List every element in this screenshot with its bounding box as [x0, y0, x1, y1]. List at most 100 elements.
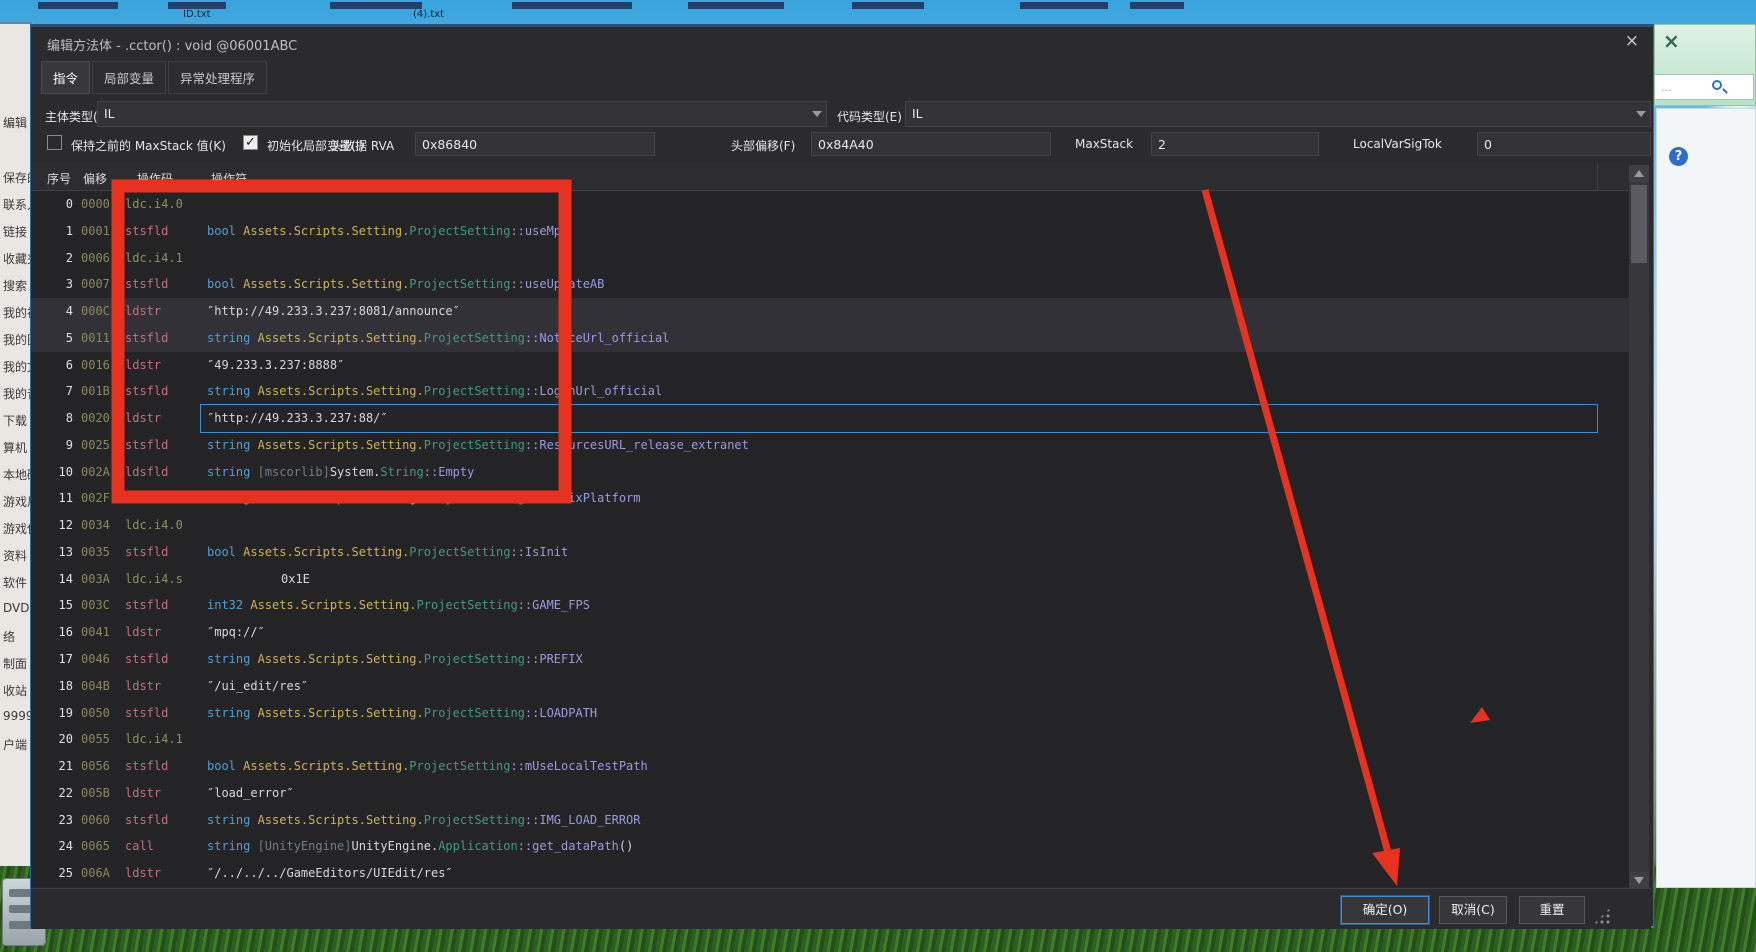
triangle-down-icon	[1634, 877, 1644, 884]
il-row[interactable]: 50011stsfldstring Assets.Scripts.Setting…	[31, 325, 1629, 352]
background-window-item[interactable]: 制面	[3, 655, 27, 672]
edit-method-body-dialog: 编辑方法体 - .cctor() : void @06001ABC × 指令 局…	[30, 24, 1654, 928]
il-operand: ″/../../../GameEditors/UIEdit/res″	[201, 860, 1597, 887]
code-type-value: IL	[912, 106, 923, 121]
init-locals-checkbox[interactable]: ✓	[243, 135, 258, 150]
background-window-item[interactable]: 9999	[3, 709, 33, 723]
scroll-down-button[interactable]	[1629, 872, 1649, 889]
maxstack-input[interactable]: 2	[1151, 132, 1319, 156]
il-row[interactable]: 240065callstring [UnityEngine]UnityEngin…	[31, 833, 1629, 860]
il-operand	[201, 191, 1597, 218]
il-row[interactable]: 80020ldstr″http://49.233.3.237:88/″	[31, 405, 1629, 432]
background-window-item[interactable]: 搜索	[3, 277, 27, 294]
search-icon	[1712, 80, 1722, 90]
background-window-left: 编辑 保存的联系人链接收藏夹搜索我的视我的图我的文我的音下载算机本地磁游戏风游戏…	[0, 22, 33, 866]
il-row[interactable]: 170046stsfldstring Assets.Scripts.Settin…	[31, 646, 1629, 673]
vertical-scrollbar[interactable]	[1629, 165, 1649, 889]
background-window-item[interactable]: 我的视	[3, 304, 33, 321]
background-window-item[interactable]: 收站	[3, 682, 27, 699]
tab-instructions[interactable]: 指令	[41, 61, 90, 94]
background-window-item[interactable]: 收藏夹	[3, 250, 33, 267]
icon-label-fragment	[512, 2, 632, 9]
icon-label-fragment	[1130, 2, 1184, 9]
il-row[interactable]: 160041ldstr″mpq://″	[31, 619, 1629, 646]
reset-button[interactable]: 重置	[1519, 896, 1585, 924]
help-icon[interactable]: ?	[1669, 147, 1688, 166]
background-window-item[interactable]: 游戏风	[3, 493, 33, 510]
il-row[interactable]: 15003Cstsfldint32 Assets.Scripts.Setting…	[31, 592, 1629, 619]
background-window-item[interactable]: 保存的	[3, 169, 33, 186]
keep-maxstack-checkbox[interactable]	[47, 135, 62, 150]
il-row[interactable]: 11002Fstsfldstring Assets.Scripts.Settin…	[31, 485, 1629, 512]
background-window-item[interactable]: 我的文	[3, 358, 33, 375]
col-opcode[interactable]: 操作码	[137, 170, 173, 187]
il-row[interactable]: 18004Bldstr″/ui_edit/res″	[31, 673, 1629, 700]
il-row[interactable]: 190050stsfldstring Assets.Scripts.Settin…	[31, 700, 1629, 727]
il-row[interactable]: 25006Aldstr″/../../../GameEditors/UIEdit…	[31, 860, 1629, 887]
icon-label-fragment	[688, 2, 784, 9]
tab-locals[interactable]: 局部变量	[92, 61, 166, 94]
il-row[interactable]: 10001stsfldbool Assets.Scripts.Setting.P…	[31, 218, 1629, 245]
header-offset-input[interactable]: 0x84A40	[811, 132, 1051, 156]
il-row[interactable]: 60016ldstr″49.233.3.237:8888″	[31, 352, 1629, 379]
close-icon[interactable]: ×	[1625, 31, 1639, 51]
icon-label-fragment	[38, 2, 118, 9]
background-window-edit-item[interactable]: 编辑	[3, 114, 27, 131]
tab-exception-handlers[interactable]: 异常处理程序	[168, 61, 267, 94]
code-type-select[interactable]: IL	[905, 101, 1651, 127]
il-row[interactable]: 230060stsfldstring Assets.Scripts.Settin…	[31, 807, 1629, 834]
header-rva-input[interactable]: 0x86840	[415, 132, 655, 156]
il-row[interactable]: 7001Bstsfldstring Assets.Scripts.Setting…	[31, 378, 1629, 405]
background-window-item[interactable]: 户端	[3, 736, 27, 753]
background-window-item[interactable]: 联系人	[3, 196, 33, 213]
il-row[interactable]: 14003Aldc.i4.s0x1E	[31, 566, 1629, 593]
il-operand: ″mpq://″	[201, 619, 1597, 646]
il-row[interactable]: 10002Aldsfldstring [mscorlib]System.Stri…	[31, 459, 1629, 486]
triangle-up-icon	[1634, 170, 1644, 177]
localvarsigtok-input[interactable]: 0	[1477, 132, 1651, 156]
il-row[interactable]: 90025stsfldstring Assets.Scripts.Setting…	[31, 432, 1629, 459]
close-icon[interactable]: ×	[1663, 29, 1680, 53]
scroll-up-button[interactable]	[1629, 165, 1649, 182]
maxstack-label: MaxStack	[1075, 137, 1133, 151]
desktop-file-4-txt[interactable]: (4).txt	[413, 9, 444, 20]
scrollbar-thumb[interactable]	[1631, 185, 1647, 263]
col-index[interactable]: 序号	[47, 170, 71, 187]
il-operand: ″49.233.3.237:8888″	[201, 352, 1597, 379]
il-row[interactable]: 130035stsfldbool Assets.Scripts.Setting.…	[31, 539, 1629, 566]
background-window-item[interactable]: 链接	[3, 223, 27, 240]
background-window-item[interactable]: 算机	[3, 439, 27, 456]
body-type-select[interactable]: IL	[97, 101, 827, 127]
il-row[interactable]: 30007stsfldbool Assets.Scripts.Setting.P…	[31, 271, 1629, 298]
il-row[interactable]: 00000ldc.i4.0	[31, 191, 1629, 218]
il-row[interactable]: 4000Cldstr″http://49.233.3.237:8081/anno…	[31, 298, 1629, 325]
header-offset-label: 头部偏移(F)	[731, 137, 795, 154]
il-row[interactable]: 22005Bldstr″load_error″	[31, 780, 1629, 807]
ok-button[interactable]: 确定(O)	[1341, 896, 1429, 924]
il-row[interactable]: 210056stsfldbool Assets.Scripts.Setting.…	[31, 753, 1629, 780]
il-operand: string Assets.Scripts.Setting.ProjectSet…	[201, 485, 1597, 512]
il-row[interactable]: 120034ldc.i4.0	[31, 512, 1629, 539]
background-window-item[interactable]: 本地磁	[3, 466, 33, 483]
background-window-item[interactable]: 软件	[3, 574, 27, 591]
background-window-item[interactable]: 下载	[3, 412, 27, 429]
search-input[interactable]: ...	[1654, 74, 1754, 100]
background-window-item[interactable]: 我的音	[3, 385, 33, 402]
background-window-item[interactable]: 资料	[3, 547, 27, 564]
il-operand: string Assets.Scripts.Setting.ProjectSet…	[201, 700, 1597, 727]
background-window-item[interactable]: DVD	[3, 601, 29, 615]
background-window-item[interactable]: 我的图	[3, 331, 33, 348]
il-row[interactable]: 20006ldc.i4.1	[31, 245, 1629, 272]
il-operand: bool Assets.Scripts.Setting.ProjectSetti…	[201, 271, 1597, 298]
il-row[interactable]: 200055ldc.i4.1	[31, 726, 1629, 753]
desktop-file-id-txt[interactable]: ID.txt	[183, 9, 211, 20]
resize-grip[interactable]	[1593, 907, 1611, 925]
il-operand: string Assets.Scripts.Setting.ProjectSet…	[201, 325, 1597, 352]
col-offset[interactable]: 偏移	[83, 170, 107, 187]
il-operand: string Assets.Scripts.Setting.ProjectSet…	[201, 807, 1597, 834]
cancel-button[interactable]: 取消(C)	[1439, 896, 1507, 924]
background-window-item[interactable]: 游戏伴	[3, 520, 33, 537]
col-operand[interactable]: 操作符	[211, 170, 247, 187]
code-type-label: 代码类型(E)	[837, 108, 902, 125]
background-window-item[interactable]: 络	[3, 628, 15, 645]
